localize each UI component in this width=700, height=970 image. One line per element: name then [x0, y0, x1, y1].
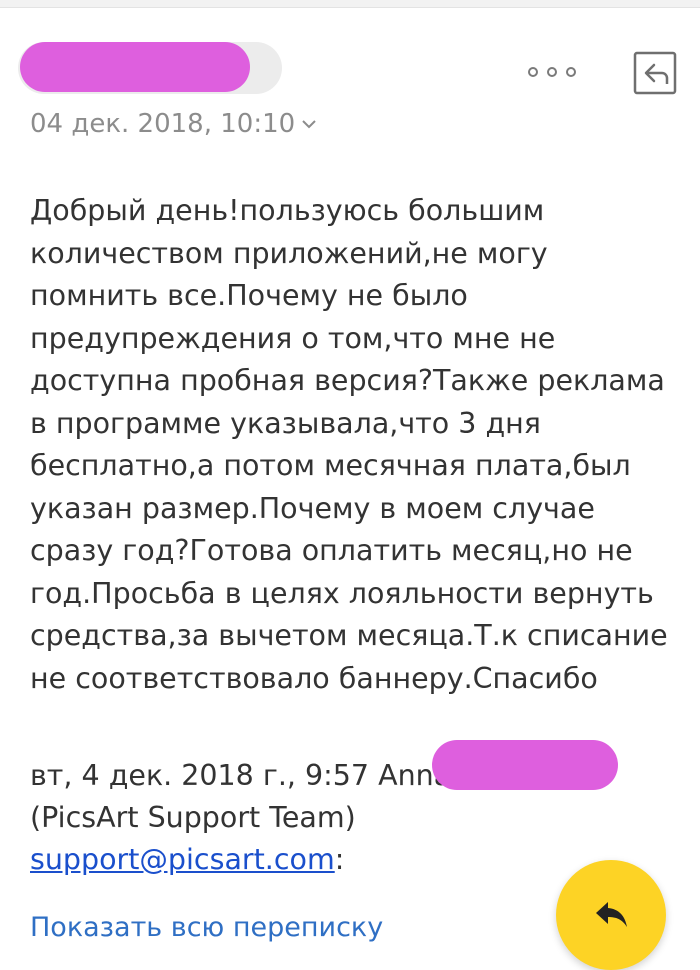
- email-suffix: :: [334, 843, 345, 876]
- show-all-thread-link[interactable]: Показать всю переписку: [30, 912, 383, 943]
- more-dot: [547, 67, 557, 77]
- more-options-icon[interactable]: [528, 64, 576, 80]
- message-body: Добрый день!пользуюсь большим количество…: [30, 194, 668, 695]
- reply-icon: [596, 902, 627, 927]
- more-dot: [566, 67, 576, 77]
- top-divider: [0, 0, 700, 8]
- support-email-link[interactable]: support@picsart.com: [30, 843, 335, 876]
- sender-redaction: [20, 42, 250, 92]
- message-date[interactable]: 04 дек. 2018, 10:10: [30, 106, 317, 142]
- reply-button[interactable]: [556, 860, 666, 970]
- more-dot: [528, 67, 538, 77]
- chevron-down-icon: [302, 120, 316, 129]
- quote-team-line: (PicsArt Support Team): [30, 801, 356, 834]
- name-redaction: [432, 740, 618, 790]
- date-text: 04 дек. 2018, 10:10: [30, 109, 296, 139]
- back-to-list-icon[interactable]: [632, 50, 678, 96]
